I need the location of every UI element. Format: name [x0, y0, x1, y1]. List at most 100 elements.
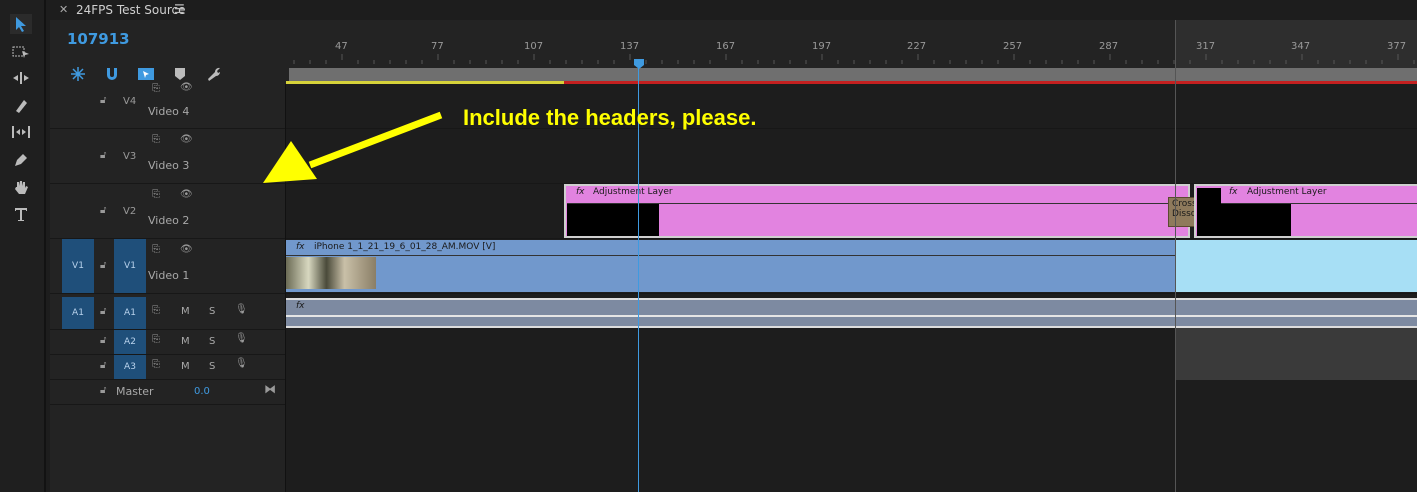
track-name: Video 1	[148, 269, 190, 282]
lock-icon[interactable]: 🔓︎	[100, 95, 106, 106]
track-target-a2[interactable]: A2	[114, 330, 146, 354]
fx-badge: fx	[576, 187, 585, 197]
track-name: Video 2	[148, 214, 190, 227]
track-headers: 🔓︎ V4 ⎘ 👁︎ Video 4 🔓︎ V3 ⎘ 👁︎ Video 3 🔓︎…	[50, 82, 286, 492]
microphone-icon[interactable]: 🎙︎	[235, 304, 248, 315]
timeline-tracks: fx Adjustment Layer Cross Disso fx Adjus…	[286, 20, 1417, 492]
track-target-a3[interactable]: A3	[114, 355, 146, 379]
fx-badge: fx	[296, 301, 305, 311]
ruler-tick: 137	[620, 41, 640, 52]
track-header-v1: V1 🔓︎ V1 ⎘ 👁︎ Video 1	[50, 239, 285, 294]
track-lane-v4	[286, 84, 1417, 129]
ruler-tick: 257	[1003, 41, 1023, 52]
sync-lock-icon[interactable]: ⎘	[152, 244, 160, 255]
sync-lock-icon[interactable]: ⎘	[152, 359, 160, 370]
ruler-tick: 347	[1291, 41, 1311, 52]
razor-tool-icon[interactable]	[10, 96, 32, 116]
type-tool-icon[interactable]	[10, 204, 32, 224]
clip-thumbnail	[286, 257, 376, 289]
lock-icon[interactable]: 🔓︎	[100, 335, 106, 346]
clip-label: Adjustment Layer	[1247, 187, 1327, 197]
eye-icon[interactable]: 👁︎	[180, 82, 193, 93]
ruler-tick: 77	[431, 41, 444, 52]
track-target-v1[interactable]: V1	[114, 239, 146, 293]
eye-icon[interactable]: 👁︎	[180, 189, 193, 200]
ruler-tick: 377	[1387, 41, 1407, 52]
lock-icon[interactable]: 🔓︎	[100, 385, 106, 396]
source-patch-a1[interactable]: A1	[62, 297, 94, 329]
clip-thumbnail	[1197, 188, 1221, 236]
ruler-tick: 107	[524, 41, 544, 52]
mute-button[interactable]: M	[181, 336, 190, 347]
track-select-tool-icon[interactable]	[10, 42, 32, 62]
fx-badge: fx	[296, 242, 305, 252]
sync-lock-icon[interactable]: ⎘	[152, 334, 160, 345]
sync-lock-icon[interactable]: ⎘	[152, 83, 160, 94]
track-id: V4	[123, 96, 137, 107]
snap-nest-icon[interactable]	[70, 66, 86, 86]
sequence-tab-title[interactable]: 24FPS Test Source	[76, 3, 186, 17]
fx-badge: fx	[1229, 187, 1238, 197]
track-header-v3: 🔓︎ V3 ⎘ 👁︎ Video 3	[50, 129, 285, 184]
time-ruler[interactable]: 47 77 107 137 167 197 227 257 287 317 34…	[286, 20, 1417, 84]
slip-tool-icon[interactable]	[10, 122, 32, 142]
microphone-icon[interactable]: 🎙︎	[235, 358, 248, 369]
ruler-tick: 167	[716, 41, 736, 52]
track-header-master: 🔓︎ Master 0.0 ⧓	[50, 380, 285, 405]
track-id: V2	[123, 206, 137, 217]
clip-thumbnail	[567, 204, 659, 236]
ruler-tick: 227	[907, 41, 927, 52]
lock-icon[interactable]: 🔓︎	[100, 260, 106, 271]
clip-label: iPhone 1_1_21_19_6_01_28_AM.MOV [V]	[314, 242, 496, 252]
master-volume-value[interactable]: 0.0	[194, 386, 210, 397]
mute-button[interactable]: M	[181, 306, 190, 317]
lock-icon[interactable]: 🔓︎	[100, 205, 106, 216]
track-header-v2: 🔓︎ V2 ⎘ 👁︎ Video 2	[50, 184, 285, 239]
ruler-tick: 47	[335, 41, 348, 52]
solo-button[interactable]: S	[209, 336, 215, 347]
video-clip[interactable]: fx iPhone 1_1_21_19_6_01_28_AM.MOV [V]	[286, 240, 1175, 292]
adjustment-layer-clip-2[interactable]: fx Adjustment Layer	[1194, 184, 1417, 238]
eye-icon[interactable]: 👁︎	[180, 134, 193, 145]
sync-lock-icon[interactable]: ⎘	[152, 305, 160, 316]
track-id: V3	[123, 151, 137, 162]
adjustment-layer-clip[interactable]: fx Adjustment Layer	[564, 184, 1190, 238]
pen-tool-icon[interactable]	[10, 150, 32, 170]
lock-icon[interactable]: 🔓︎	[100, 360, 106, 371]
ruler-tick: 197	[812, 41, 832, 52]
hand-tool-icon[interactable]	[10, 177, 32, 197]
audio-clip[interactable]: fx	[286, 298, 1417, 328]
playhead-timecode[interactable]: 107913	[67, 30, 130, 48]
track-lane-v3	[286, 129, 1417, 184]
ripple-edit-tool-icon[interactable]	[10, 68, 32, 88]
work-area-bar[interactable]	[289, 68, 1417, 81]
solo-button[interactable]: S	[209, 361, 215, 372]
snap-magnet-icon[interactable]	[104, 66, 120, 86]
audio-waveform	[286, 315, 1417, 317]
track-target-a1[interactable]: A1	[114, 297, 146, 329]
go-to-in-out-icon[interactable]: ⧓	[264, 382, 276, 396]
timeline-settings-wrench-icon[interactable]	[206, 66, 222, 86]
microphone-icon[interactable]: 🎙︎	[235, 333, 248, 344]
mute-button[interactable]: M	[181, 361, 190, 372]
annotation-text: Include the headers, please.	[463, 105, 757, 130]
hamburger-icon[interactable]: ☰	[174, 2, 185, 16]
track-header-a2: 🔓︎ A2 ⎘ M S 🎙︎	[50, 330, 285, 355]
lock-icon[interactable]: 🔓︎	[100, 306, 106, 317]
playhead-handle-icon[interactable]	[633, 55, 645, 74]
ruler-tick: 317	[1196, 41, 1216, 52]
solo-button[interactable]: S	[209, 306, 215, 317]
eye-icon[interactable]: 👁︎	[180, 244, 193, 255]
audio-empty-region	[1175, 328, 1417, 380]
lock-icon[interactable]: 🔓︎	[100, 150, 106, 161]
ruler-tick: 287	[1099, 41, 1119, 52]
track-name: Video 3	[148, 159, 190, 172]
track-header-a1: A1 🔓︎ A1 ⎘ M S 🎙︎	[50, 297, 285, 330]
close-icon[interactable]: ✕	[59, 3, 68, 16]
source-patch-v1[interactable]: V1	[62, 239, 94, 293]
selection-tool-icon[interactable]	[10, 14, 32, 34]
sync-lock-icon[interactable]: ⎘	[152, 134, 160, 145]
track-header-a3: 🔓︎ A3 ⎘ M S 🎙︎	[50, 355, 285, 380]
sync-lock-icon[interactable]: ⎘	[152, 189, 160, 200]
clip-thumbnail	[1221, 204, 1291, 236]
